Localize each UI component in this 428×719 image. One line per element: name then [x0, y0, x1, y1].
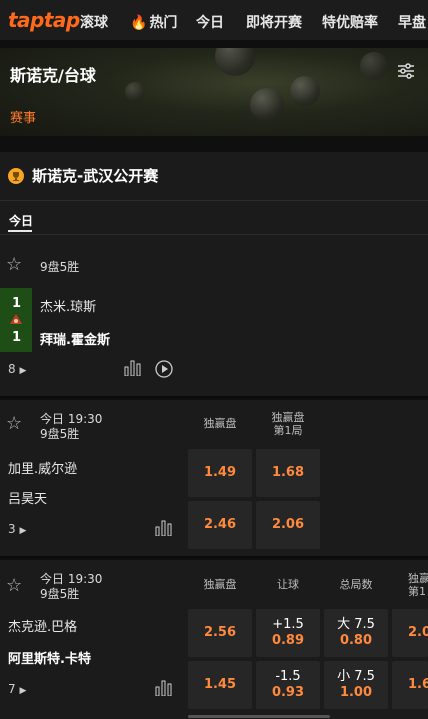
- nav-item-hot-label: 热门: [149, 15, 178, 31]
- play-video-icon[interactable]: [155, 360, 173, 382]
- team1-name[interactable]: 杰克逊.巴格: [8, 616, 77, 635]
- snooker-ball-image: [360, 52, 388, 80]
- team2-name[interactable]: 阿里斯特.卡特: [8, 648, 91, 667]
- team1-score: 1: [12, 296, 22, 311]
- match-format: 9盘5胜: [40, 587, 80, 601]
- favorite-star-icon[interactable]: ☆: [6, 413, 22, 434]
- nav-item-live[interactable]: 滚球: [80, 12, 108, 32]
- stats-icon[interactable]: [155, 680, 173, 700]
- team1-name[interactable]: 加里.威尔逊: [8, 458, 77, 477]
- divider: [0, 234, 428, 235]
- snooker-ball-image: [125, 82, 145, 102]
- odds-button[interactable]: 2.46: [188, 501, 252, 549]
- divider: [0, 396, 428, 398]
- column-header-moneyline-game1: 独赢 第1: [408, 572, 428, 598]
- odds-button[interactable]: 1.68: [256, 449, 320, 497]
- nav-item-early[interactable]: 早盘: [398, 12, 426, 32]
- odds-button[interactable]: 2.56: [188, 609, 252, 657]
- team2-name[interactable]: 拜瑞.霍金斯: [40, 329, 110, 348]
- snooker-ball-image: [250, 88, 284, 122]
- live-score-panel: 1 1: [0, 288, 32, 352]
- sport-banner: 斯诺克/台球: [0, 48, 428, 136]
- column-header-moneyline-game1: 独赢盘 第1局: [271, 411, 305, 437]
- flame-icon: 🔥: [130, 15, 148, 31]
- snooker-ball-image: [215, 48, 255, 76]
- nav-item-hot[interactable]: 🔥 热门: [130, 12, 177, 32]
- column-header-moneyline: 独赢盘: [203, 417, 237, 430]
- filter-settings-icon[interactable]: [397, 62, 415, 80]
- odds-button[interactable]: -1.5 0.93: [256, 661, 320, 709]
- top-nav: taptap 滚球 🔥 热门 今日 即将开赛 特优赔率 早盘: [0, 0, 428, 40]
- taptap-logo[interactable]: taptap: [8, 8, 80, 32]
- odds-button[interactable]: 2.06: [256, 501, 320, 549]
- odds-button[interactable]: +1.5 0.89: [256, 609, 320, 657]
- match-card: ☆ 今日 19:30 9盘5胜 独赢盘 独赢盘 第1局 加里.威尔逊 吕昊天 1.…: [0, 400, 428, 556]
- column-header-total-games: 总局数: [339, 578, 373, 591]
- tab-today[interactable]: 今日: [9, 212, 33, 229]
- trophy-icon: [8, 168, 24, 184]
- competition-name[interactable]: 斯诺克-武汉公开赛: [32, 165, 158, 186]
- odds-button[interactable]: 1.45: [188, 661, 252, 709]
- nav-item-upcoming[interactable]: 即将开赛: [246, 12, 302, 32]
- odds-button[interactable]: 大 7.5 0.80: [324, 609, 388, 657]
- divider: [0, 200, 428, 201]
- odds-button[interactable]: 2.0: [392, 609, 428, 657]
- competition-section: 斯诺克-武汉公开赛 今日 ☆ 9盘5胜 1 1 杰米.琼斯 拜瑞.霍金斯 8 ▶: [0, 152, 428, 396]
- odds-button[interactable]: 1.49: [188, 449, 252, 497]
- nav-item-best-odds[interactable]: 特优赔率: [322, 12, 378, 32]
- team2-score: 1: [12, 330, 22, 345]
- team1-name[interactable]: 杰米.琼斯: [40, 296, 96, 315]
- team2-name[interactable]: 吕昊天: [8, 488, 47, 507]
- stats-icon[interactable]: [124, 360, 142, 380]
- snooker-rack-icon: [9, 313, 23, 325]
- more-markets-count[interactable]: 3 ▶: [8, 522, 26, 536]
- sport-title: 斯诺克/台球: [10, 66, 96, 85]
- favorite-star-icon[interactable]: ☆: [6, 254, 22, 275]
- match-card: ☆ 今日 19:30 9盘5胜 独赢盘 让球 总局数 独赢 第1 杰克逊.巴格 阿…: [0, 560, 428, 719]
- more-markets-count[interactable]: 7 ▶: [8, 682, 26, 696]
- tab-today-underline: [8, 230, 32, 232]
- odds-button[interactable]: 小 7.5 1.00: [324, 661, 388, 709]
- horizontal-scrollbar[interactable]: [188, 715, 330, 718]
- favorite-star-icon[interactable]: ☆: [6, 575, 22, 596]
- tab-events[interactable]: 赛事: [10, 107, 36, 126]
- nav-item-today[interactable]: 今日: [196, 12, 224, 32]
- odds-button[interactable]: 1.6: [392, 661, 428, 709]
- column-header-handicap: 让球: [277, 578, 299, 591]
- divider: [0, 556, 428, 558]
- match-format: 9盘5胜: [40, 427, 80, 441]
- match-format: 9盘5胜: [40, 260, 80, 274]
- more-markets-count[interactable]: 8 ▶: [8, 362, 26, 376]
- snooker-ball-image: [290, 76, 320, 106]
- stats-icon[interactable]: [155, 520, 173, 540]
- column-header-moneyline: 独赢盘: [203, 578, 237, 591]
